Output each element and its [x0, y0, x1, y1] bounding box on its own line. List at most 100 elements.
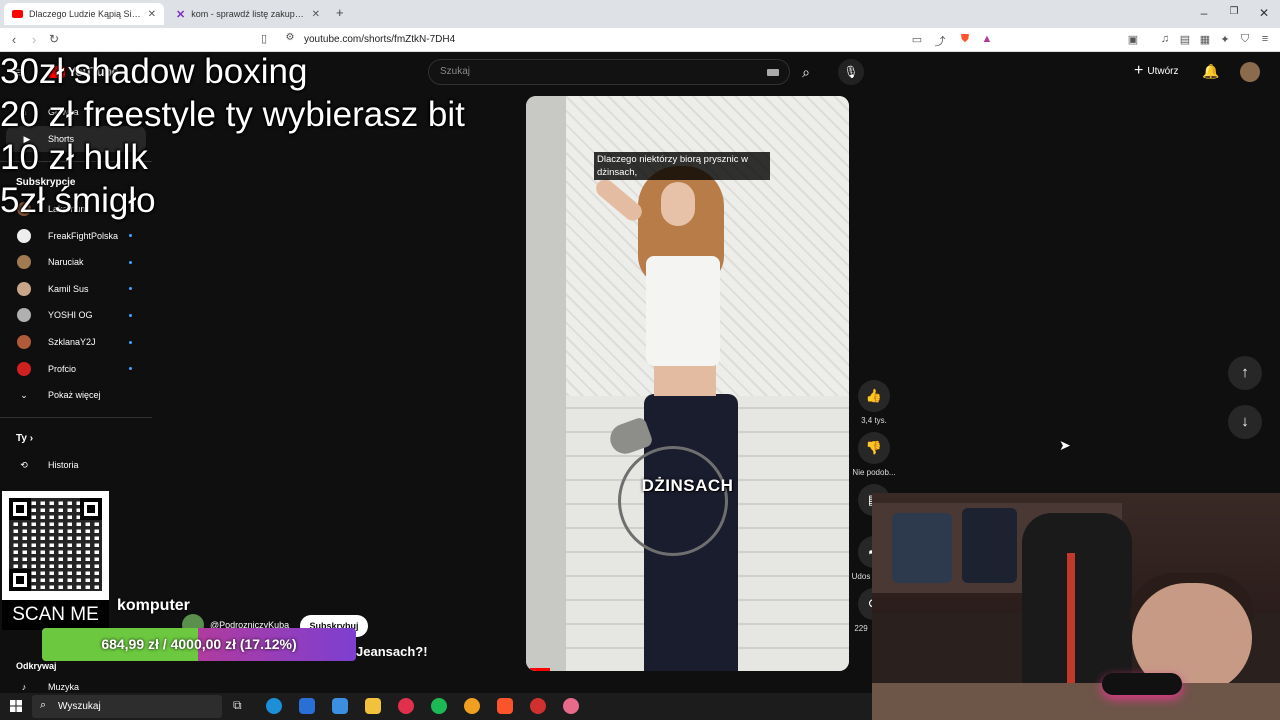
store-icon[interactable] — [299, 698, 315, 714]
sidebar-toggle-icon[interactable]: ▣ — [1126, 33, 1140, 46]
qr-finder — [9, 569, 31, 591]
new-tab-button[interactable]: + — [336, 5, 344, 20]
restore-icon[interactable]: ❐ — [1226, 6, 1242, 17]
sidebar-item-label: FreakFightPolska — [48, 230, 119, 241]
sidebar-item-channel[interactable]: Profcio — [0, 356, 152, 382]
notifications-bell-icon[interactable]: 🔔 — [1202, 63, 1219, 80]
short-title[interactable]: Jeansach?! — [356, 644, 428, 659]
cast-icon[interactable]: ▭ — [910, 33, 924, 46]
sidebar-item-channel[interactable]: Naruciak — [0, 249, 152, 275]
sidebar-item-history[interactable]: ⟲ Historia — [0, 452, 152, 478]
webcam-overlay — [872, 493, 1280, 720]
minimize-icon[interactable]: – — [1196, 6, 1212, 20]
opera-icon[interactable] — [398, 698, 414, 714]
brave-icon[interactable] — [497, 698, 513, 714]
url-field[interactable]: youtube.com/shorts/fmZtkN-7DH4 — [304, 34, 455, 45]
like-button[interactable]: 👍 — [858, 380, 890, 412]
goal-title: komputer — [117, 597, 190, 614]
task-view-icon[interactable]: ⧉ — [233, 698, 242, 713]
reader-icon[interactable]: ▤ — [1178, 33, 1192, 46]
sidebar-divider — [0, 417, 152, 418]
address-bar: ‹ › ↻ ▯ ⚙ youtube.com/shorts/fmZtkN-7DH4… — [0, 28, 1280, 52]
sidebar-item-label: Historia — [48, 460, 79, 470]
tab-youtube[interactable]: Dlaczego Ludzie Kąpią Się W... ✕ — [4, 3, 164, 25]
close-window-icon[interactable]: ✕ — [1256, 6, 1272, 20]
leo-ai-icon[interactable]: ✦ — [1218, 33, 1232, 46]
music-icon[interactable]: ♫ — [1158, 33, 1172, 45]
bookmark-icon[interactable]: ▯ — [256, 32, 272, 45]
channel-avatar — [17, 255, 31, 270]
qr-finder — [80, 498, 102, 520]
side-wall — [526, 96, 566, 671]
dislike-label: Nie podob... — [852, 468, 896, 477]
brave-rewards-icon[interactable]: ▲ — [980, 33, 994, 45]
windows-start-icon[interactable] — [10, 700, 22, 712]
sidebar-item-label: Muzyka — [48, 682, 80, 692]
tab-x-kom[interactable]: ✕ kom - sprawdź listę zakupową w x-k... … — [168, 3, 328, 25]
channel-avatar-wrap — [0, 335, 48, 349]
arrow-down-icon: ↓ — [1241, 413, 1249, 430]
goal-amount: 684,99 zł / 4000,00 zł (17.12%) — [101, 636, 297, 652]
sidebar-item-channel[interactable]: FreakFightPolska — [0, 223, 152, 249]
close-icon[interactable]: ✕ — [312, 9, 320, 20]
like-count: 3,4 tys. — [861, 416, 887, 425]
forward-icon[interactable]: › — [26, 32, 42, 47]
chrome-icon[interactable] — [464, 698, 480, 714]
brave-shield-icon[interactable]: ⛊ — [958, 33, 972, 46]
video-progress[interactable] — [530, 668, 550, 671]
previous-short-button[interactable]: ↑ — [1228, 356, 1262, 390]
edge-icon[interactable] — [266, 698, 282, 714]
shorts-video-player[interactable]: Dlaczego niektórzy biorą prysznic w dżin… — [526, 96, 849, 671]
arrow-up-icon: ↑ — [1241, 364, 1249, 381]
you-header[interactable]: Ty › — [16, 433, 33, 444]
create-button[interactable]: + Utwórz — [1134, 62, 1178, 79]
sidebar-item-channel[interactable]: YOSHI OG — [0, 302, 152, 328]
donation-menu-overlay: 30zł shadow boxing 20 zł freestyle ty wy… — [0, 50, 465, 222]
tab-title: Dlaczego Ludzie Kąpią Się W... — [29, 9, 142, 19]
vpn-icon[interactable]: ⛉ — [1238, 33, 1252, 46]
search-box[interactable]: Szukaj — [428, 59, 790, 85]
x-kom-favicon-icon: ✕ — [176, 8, 186, 21]
history-icon: ⟲ — [20, 459, 28, 470]
obs-icon[interactable] — [530, 698, 546, 714]
gaming-mouse — [1102, 673, 1182, 695]
next-short-button[interactable]: ↓ — [1228, 405, 1262, 439]
keyboard-icon[interactable] — [767, 69, 779, 76]
menu-icon[interactable]: ≡ — [1258, 33, 1272, 45]
taskbar-search[interactable]: ⌕ Wyszukaj — [32, 695, 222, 718]
sidebar-item-channel[interactable]: SzklanaY2J — [0, 329, 152, 355]
hanging-shirt — [892, 513, 952, 583]
video-overlay-word: DŻINSACH — [641, 476, 734, 495]
tab-title: kom - sprawdź listę zakupową w x-k... — [191, 9, 305, 19]
qr-finder — [9, 498, 31, 520]
share-icon[interactable]: ⤴ — [933, 33, 947, 49]
back-icon[interactable]: ‹ — [6, 32, 22, 47]
face-figure — [661, 182, 695, 226]
account-avatar[interactable] — [1240, 62, 1260, 82]
search-icon: ⌕ — [40, 699, 47, 711]
search-icon[interactable]: ⌕ — [792, 59, 820, 85]
mail-icon[interactable] — [332, 698, 348, 714]
donation-goal-bar: 684,99 zł / 4000,00 zł (17.12%) — [42, 628, 356, 661]
channel-avatar — [17, 308, 31, 323]
microphone-icon[interactable]: 🎙 — [838, 59, 864, 85]
channel-avatar — [17, 361, 31, 376]
shower-hose — [618, 446, 728, 556]
browser-tab-bar: Dlaczego Ludzie Kąpią Się W... ✕ ✕ kom -… — [0, 0, 1280, 28]
file-explorer-icon[interactable] — [365, 698, 381, 714]
close-icon[interactable]: ✕ — [148, 9, 156, 20]
reload-icon[interactable]: ↻ — [46, 32, 62, 46]
app-icon[interactable] — [563, 698, 579, 714]
channel-avatar-wrap — [0, 281, 48, 296]
dislike-button[interactable]: 👎 — [858, 432, 890, 464]
hanging-shirt — [962, 508, 1017, 583]
spotify-icon[interactable] — [431, 698, 447, 714]
wallet-icon[interactable]: ▦ — [1198, 33, 1212, 46]
desk — [872, 683, 1280, 720]
site-info-icon[interactable]: ⚙ — [282, 32, 298, 43]
show-more-button[interactable]: ⌄ Pokaż więcej — [0, 382, 152, 408]
donation-line: 20 zł freestyle ty wybierasz bit — [0, 95, 465, 134]
sidebar-item-channel[interactable]: Kamil Sus — [0, 276, 152, 302]
plus-icon: + — [1134, 62, 1144, 79]
scan-me-label: SCAN ME — [2, 600, 109, 630]
